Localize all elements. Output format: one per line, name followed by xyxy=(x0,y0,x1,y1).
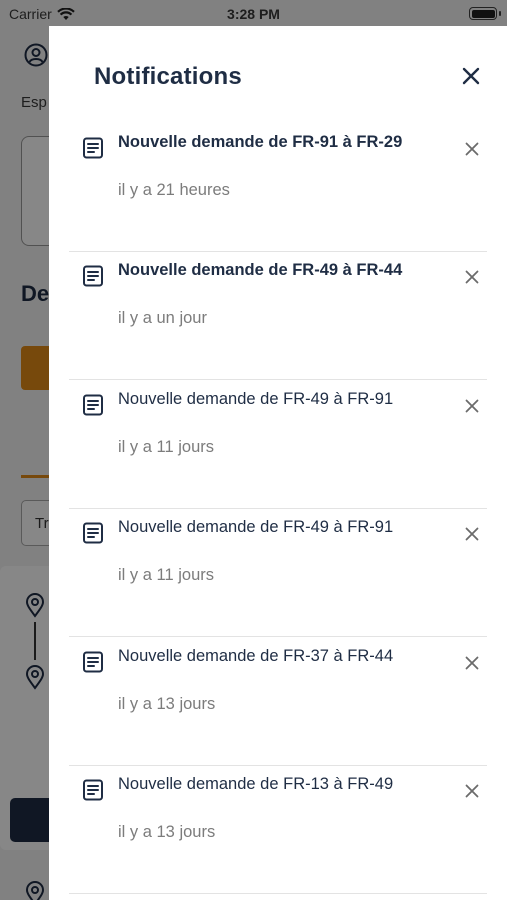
dismiss-icon[interactable] xyxy=(463,268,481,286)
notification-time: il y a un jour xyxy=(118,309,207,328)
document-icon xyxy=(81,393,105,417)
notification-time: il y a 13 jours xyxy=(118,823,216,841)
document-icon xyxy=(81,521,105,545)
document-icon xyxy=(81,650,105,674)
drawer-title: Notifications xyxy=(94,63,242,90)
notification-title: Nouvelle demande de FR-49 à FR-91 xyxy=(118,518,394,537)
notification-time: il y a 11 jours xyxy=(118,566,214,585)
notification-title: Nouvelle demande de FR-91 à FR-29 xyxy=(118,133,403,151)
notification-time: il y a 11 jours xyxy=(118,437,214,456)
dismiss-icon[interactable] xyxy=(463,140,481,158)
dismiss-icon[interactable] xyxy=(463,782,481,800)
document-icon xyxy=(81,264,105,288)
battery-tip xyxy=(499,11,501,16)
notification-title: Nouvelle demande de FR-49 à FR-91 xyxy=(118,389,394,408)
notification-item[interactable]: Nouvelle demande de FR-49 à FR-91 il y a … xyxy=(69,509,487,638)
close-icon[interactable] xyxy=(459,64,483,88)
status-time: 3:28 PM xyxy=(227,6,280,22)
notification-item[interactable]: Nouvelle demande de FR-91 à FR-29 il y a … xyxy=(69,124,487,252)
notification-title: Nouvelle demande de FR-37 à FR-44 xyxy=(118,646,394,665)
notification-title: Nouvelle demande de FR-49 à FR-44 xyxy=(118,261,403,280)
notification-time: il y a 21 heures xyxy=(118,181,230,199)
dismiss-icon[interactable] xyxy=(463,525,481,543)
document-icon xyxy=(81,778,105,802)
notification-item[interactable]: Nouvelle demande de FR-13 à FR-49 il y a … xyxy=(69,766,487,894)
notification-title: Nouvelle demande de FR-13 à FR-49 xyxy=(118,775,394,793)
dismiss-icon[interactable] xyxy=(463,654,481,672)
dismiss-icon[interactable] xyxy=(463,397,481,415)
notification-time: il y a 13 jours xyxy=(118,694,216,713)
battery-icon xyxy=(469,7,497,20)
document-icon xyxy=(81,136,105,160)
notifications-drawer: Notifications Nouvelle demande de FR-91 … xyxy=(49,26,507,900)
notification-item[interactable]: Nouvelle demande de FR-49 à FR-91 il y a … xyxy=(69,381,487,509)
notification-item[interactable]: Nouvelle demande de FR-37 à FR-44 il y a … xyxy=(69,638,487,766)
notification-item[interactable]: Nouvelle demande de FR-49 à FR-44 il y a … xyxy=(69,252,487,381)
status-bar: Carrier 3:28 PM xyxy=(0,0,507,26)
